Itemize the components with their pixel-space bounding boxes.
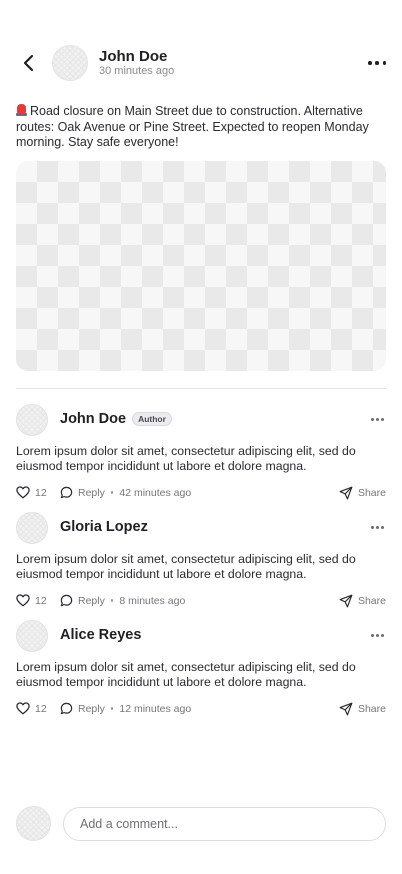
comment-avatar[interactable] <box>16 512 48 544</box>
like-button[interactable]: 12 <box>16 486 47 499</box>
post-image[interactable] <box>16 161 386 371</box>
more-horizontal-icon[interactable] <box>371 418 384 422</box>
post-header: John Doe 30 minutes ago <box>0 44 402 82</box>
comment-input[interactable] <box>63 807 386 841</box>
comment-text: Lorem ipsum dolor sit amet, consectetur … <box>16 444 356 473</box>
share-button[interactable]: Share <box>339 594 386 608</box>
post-body: Road closure on Main Street due to const… <box>16 104 369 149</box>
send-icon <box>339 594 353 608</box>
comment-avatar[interactable] <box>16 404 48 436</box>
more-horizontal-icon[interactable] <box>371 634 384 638</box>
post-timestamp: 30 minutes ago <box>99 65 175 77</box>
reply-label: Reply <box>78 486 105 499</box>
share-label: Share <box>357 487 386 499</box>
separator-dot <box>110 491 114 494</box>
share-label: Share <box>357 595 386 607</box>
send-icon <box>339 486 353 500</box>
author-name[interactable]: John Doe <box>99 48 167 65</box>
divider <box>16 388 386 389</box>
more-horizontal-icon[interactable] <box>368 55 386 71</box>
like-count: 12 <box>35 594 47 607</box>
comment-author[interactable]: John Doe Author <box>60 411 172 427</box>
speech-bubble-icon <box>60 594 73 607</box>
reply-label: Reply <box>78 594 105 607</box>
comment-actions: 12 Reply 8 minutes ago Share <box>16 594 386 608</box>
like-count: 12 <box>35 702 47 715</box>
reply-button[interactable]: Reply 42 minutes ago <box>60 486 191 499</box>
comment-actions: 12 Reply 12 minutes ago Share <box>16 702 386 716</box>
comment-time: 42 minutes ago <box>119 486 192 499</box>
like-button[interactable]: 12 <box>16 594 47 607</box>
siren-icon <box>16 104 27 116</box>
share-button[interactable]: Share <box>339 486 386 500</box>
current-user-avatar <box>16 806 51 841</box>
heart-icon <box>16 486 30 499</box>
like-button[interactable]: 12 <box>16 702 47 715</box>
comment-author-name[interactable]: Alice Reyes <box>60 627 141 643</box>
comment-avatar[interactable] <box>16 620 48 652</box>
reply-label: Reply <box>78 702 105 715</box>
comment-actions: 12 Reply 42 minutes ago Share <box>16 486 386 500</box>
share-button[interactable]: Share <box>339 702 386 716</box>
comment-item: Gloria Lopez Lorem ipsum dolor sit amet,… <box>16 512 386 612</box>
speech-bubble-icon <box>60 702 73 715</box>
heart-icon <box>16 702 30 715</box>
share-label: Share <box>357 703 386 715</box>
comment-time: 12 minutes ago <box>119 702 192 715</box>
comment-text: Lorem ipsum dolor sit amet, consectetur … <box>16 660 356 689</box>
comment-text: Lorem ipsum dolor sit amet, consectetur … <box>16 552 356 581</box>
reply-button[interactable]: Reply 8 minutes ago <box>60 594 185 607</box>
author-avatar[interactable] <box>52 45 88 81</box>
comment-author[interactable]: Alice Reyes <box>60 627 141 643</box>
like-count: 12 <box>35 486 47 499</box>
comment-author-name[interactable]: John Doe <box>60 411 126 427</box>
reply-button[interactable]: Reply 12 minutes ago <box>60 702 191 715</box>
comment-author-name[interactable]: Gloria Lopez <box>60 519 148 535</box>
separator-dot <box>110 707 114 710</box>
send-icon <box>339 702 353 716</box>
comment-item: Alice Reyes Lorem ipsum dolor sit amet, … <box>16 620 386 720</box>
chevron-left-icon[interactable] <box>18 52 40 74</box>
heart-icon <box>16 594 30 607</box>
post-text: Road closure on Main Street due to const… <box>16 104 386 151</box>
comment-time: 8 minutes ago <box>119 594 186 607</box>
more-horizontal-icon[interactable] <box>371 526 384 530</box>
comment-item: John Doe Author Lorem ipsum dolor sit am… <box>16 404 386 504</box>
speech-bubble-icon <box>60 486 73 499</box>
author-badge: Author <box>132 412 172 426</box>
comment-author[interactable]: Gloria Lopez <box>60 519 148 535</box>
separator-dot <box>110 599 114 602</box>
